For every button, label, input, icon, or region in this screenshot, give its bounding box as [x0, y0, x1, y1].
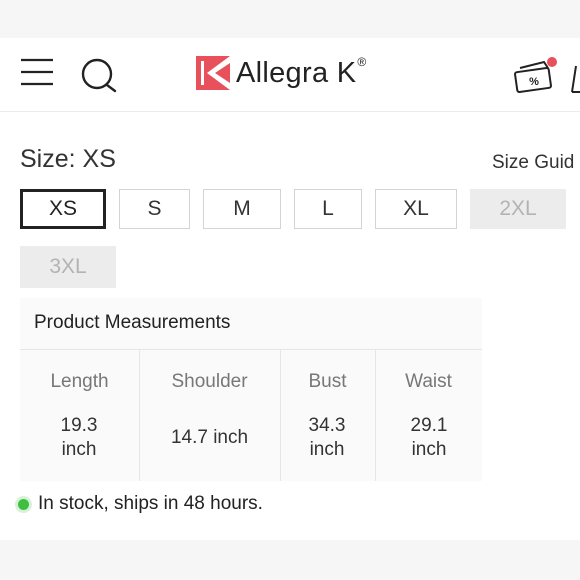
in-stock-dot-icon: [18, 498, 29, 510]
coupon-percent: %: [529, 76, 539, 88]
measurement-value-bust: 34.3 inch: [308, 415, 346, 460]
size-option-2xl[interactable]: 2XL: [470, 189, 566, 229]
product-measurements-panel: Product Measurements Length Shoulder Bus…: [20, 298, 482, 481]
size-option-m[interactable]: M: [203, 189, 281, 229]
registered-mark: ®: [357, 55, 367, 69]
size-option-l[interactable]: L: [294, 189, 362, 229]
size-option-3xl[interactable]: 3XL: [20, 246, 116, 288]
column-divider: [139, 350, 140, 481]
coupon-icon[interactable]: %: [514, 56, 560, 96]
measurement-value-waist: 29.1 inch: [410, 415, 448, 460]
cart-icon[interactable]: [570, 62, 580, 94]
selected-size-label: Size: XS: [20, 145, 116, 173]
brand-name: Allegra K: [236, 56, 357, 89]
measurement-value-shoulder: 14.7 inch: [170, 427, 249, 448]
size-guide-link[interactable]: Size Guid: [492, 152, 574, 174]
column-divider: [280, 350, 281, 481]
measurement-header-length: Length: [50, 371, 109, 392]
measurements-divider: [20, 349, 482, 350]
measurement-value-length: 19.3 inch: [60, 415, 98, 460]
brand-mark-icon: [196, 56, 230, 90]
brand-logo[interactable]: Allegra K ®: [196, 53, 366, 93]
column-divider: [375, 350, 376, 481]
measurement-header-shoulder: Shoulder: [171, 371, 248, 392]
size-option-xl[interactable]: XL: [375, 189, 457, 229]
size-option-xs[interactable]: XS: [20, 189, 106, 229]
size-option-s[interactable]: S: [119, 189, 190, 229]
measurements-title: Product Measurements: [34, 312, 231, 333]
measurement-header-bust: Bust: [308, 371, 347, 392]
top-strip: [0, 0, 580, 38]
menu-icon[interactable]: [20, 57, 54, 87]
stock-status-text: In stock, ships in 48 hours.: [38, 493, 263, 514]
bottom-strip: [0, 540, 580, 580]
search-icon[interactable]: [80, 58, 118, 94]
notification-dot: [547, 57, 557, 67]
stock-status: In stock, ships in 48 hours.: [18, 493, 263, 515]
measurement-header-waist: Waist: [405, 371, 452, 392]
